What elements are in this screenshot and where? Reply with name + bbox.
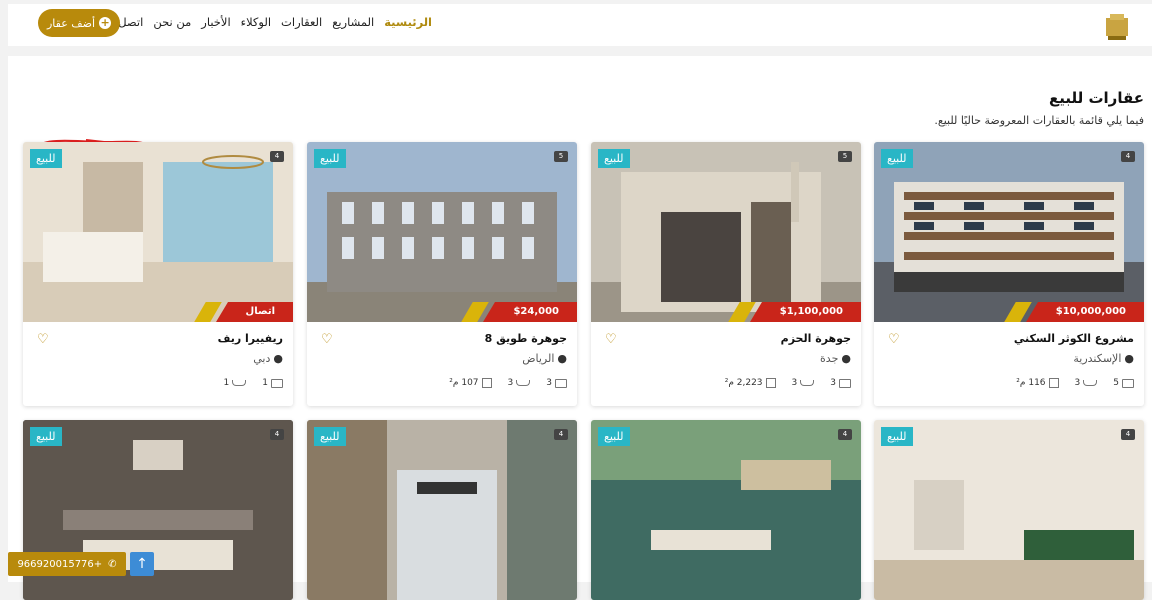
property-card[interactable]: للبيع 4 $10,000,000 مشروع الكوثر السكني … xyxy=(874,142,1144,406)
baths-feature: 1 xyxy=(224,378,247,388)
property-image[interactable]: للبيع 5 $24,000 xyxy=(307,142,577,322)
navbar: الرئيسية المشاريع العقارات الوكلاء الأخب… xyxy=(8,4,1152,46)
heart-icon[interactable]: ♡ xyxy=(888,332,900,347)
camera-icon: 4 xyxy=(1121,429,1135,440)
nav-projects[interactable]: المشاريع xyxy=(332,15,374,29)
bed-icon xyxy=(271,379,283,388)
property-card[interactable]: للبيع 4 اتصال ريفييرا ريف ♡ ●دبي 1 1 xyxy=(23,142,293,406)
beds-feature: 3 xyxy=(830,378,851,388)
property-image[interactable]: للبيع 4 xyxy=(874,420,1144,600)
map-pin-icon: ● xyxy=(1124,352,1134,365)
property-features: 1 1 xyxy=(224,378,283,388)
status-badge: للبيع xyxy=(30,149,62,168)
property-location: ●دبي xyxy=(253,352,283,365)
nav-about[interactable]: من نحن xyxy=(153,15,191,29)
area-feature: 107 م² xyxy=(449,378,491,388)
price-tag: $10,000,000 xyxy=(1038,302,1144,322)
section-subtitle: فيما يلي قائمة بالعقارات المعروضة حاليًا… xyxy=(934,114,1144,127)
price-tag: اتصال xyxy=(228,302,293,322)
section-title: عقارات للبيع xyxy=(1049,89,1144,107)
area-feature: 116 م² xyxy=(1016,378,1058,388)
phone-icon: ✆ xyxy=(108,559,116,570)
property-name[interactable]: مشروع الكوثر السكني xyxy=(1014,332,1134,345)
nav-home[interactable]: الرئيسية xyxy=(384,15,432,29)
nav-news[interactable]: الأخبار xyxy=(201,15,230,29)
baths-feature: 3 xyxy=(1075,378,1098,388)
status-badge: للبيع xyxy=(30,427,62,446)
add-property-label: أضف عقار xyxy=(47,17,95,30)
camera-icon: 4 xyxy=(554,429,568,440)
heart-icon[interactable]: ♡ xyxy=(605,332,617,347)
property-card[interactable]: للبيع 4 xyxy=(591,420,861,600)
bed-icon xyxy=(555,379,567,388)
property-image[interactable]: للبيع 4 xyxy=(591,420,861,600)
camera-icon: 4 xyxy=(270,429,284,440)
property-image[interactable]: للبيع 5 $1,100,000 xyxy=(591,142,861,322)
bed-icon xyxy=(839,379,851,388)
phone-button[interactable]: 966920015776+ ✆ xyxy=(8,552,126,576)
property-card[interactable]: للبيع 4 xyxy=(874,420,1144,600)
area-icon xyxy=(766,378,776,388)
status-badge: للبيع xyxy=(314,149,346,168)
property-location: ●الرياض xyxy=(522,352,567,365)
property-name[interactable]: جوهرة الحزم xyxy=(781,332,851,345)
property-location: ●الإسكندرية xyxy=(1073,352,1134,365)
plus-icon: + xyxy=(99,17,111,29)
camera-icon: 5 xyxy=(554,151,568,162)
property-features: 5 3 116 م² xyxy=(1016,378,1134,388)
property-name[interactable]: ريفييرا ريف xyxy=(218,332,283,345)
property-card[interactable]: للبيع 5 $1,100,000 جوهرة الحزم ♡ ●جدة 3 … xyxy=(591,142,861,406)
bath-icon xyxy=(516,380,530,386)
status-badge: للبيع xyxy=(598,149,630,168)
properties-section: عقارات للبيع فيما يلي قائمة بالعقارات ال… xyxy=(8,56,1152,582)
map-pin-icon: ● xyxy=(273,352,283,365)
main-nav: الرئيسية المشاريع العقارات الوكلاء الأخب… xyxy=(104,15,432,29)
price-tag: $1,100,000 xyxy=(762,302,861,322)
beds-feature: 3 xyxy=(546,378,567,388)
property-image[interactable]: للبيع 4 xyxy=(307,420,577,600)
add-property-button[interactable]: + أضف عقار xyxy=(38,9,120,37)
beds-feature: 5 xyxy=(1113,378,1134,388)
map-pin-icon: ● xyxy=(557,352,567,365)
camera-icon: 4 xyxy=(838,429,852,440)
bath-icon xyxy=(800,380,814,386)
heart-icon[interactable]: ♡ xyxy=(321,332,333,347)
bath-icon xyxy=(232,380,246,386)
nav-properties[interactable]: العقارات xyxy=(281,15,322,29)
phone-number: 966920015776+ xyxy=(17,559,102,570)
property-location: ●جدة xyxy=(820,352,851,365)
property-features: 3 3 2,223 م² xyxy=(725,378,851,388)
bed-icon xyxy=(1122,379,1134,388)
property-card[interactable]: للبيع 5 $24,000 جوهرة طويق 8 ♡ ●الرياض 3… xyxy=(307,142,577,406)
price-tag: $24,000 xyxy=(495,302,577,322)
camera-icon: 4 xyxy=(270,151,284,162)
status-badge: للبيع xyxy=(881,427,913,446)
area-icon xyxy=(1049,378,1059,388)
bath-icon xyxy=(1083,380,1097,386)
scroll-to-top-button[interactable]: ↑ xyxy=(130,552,154,576)
property-image[interactable]: للبيع 4 $10,000,000 xyxy=(874,142,1144,322)
heart-icon[interactable]: ♡ xyxy=(37,332,49,347)
baths-feature: 3 xyxy=(792,378,815,388)
baths-feature: 3 xyxy=(508,378,531,388)
status-badge: للبيع xyxy=(314,427,346,446)
beds-feature: 1 xyxy=(262,378,283,388)
map-pin-icon: ● xyxy=(841,352,851,365)
camera-icon: 5 xyxy=(838,151,852,162)
camera-icon: 4 xyxy=(1121,151,1135,162)
status-badge: للبيع xyxy=(598,427,630,446)
property-name[interactable]: جوهرة طويق 8 xyxy=(485,332,567,345)
property-image[interactable]: للبيع 4 اتصال xyxy=(23,142,293,322)
property-card[interactable]: للبيع 4 xyxy=(307,420,577,600)
nav-agents[interactable]: الوكلاء xyxy=(241,15,271,29)
property-features: 3 3 107 م² xyxy=(449,378,567,388)
area-icon xyxy=(482,378,492,388)
site-logo[interactable] xyxy=(1102,12,1132,42)
status-badge: للبيع xyxy=(881,149,913,168)
area-feature: 2,223 م² xyxy=(725,378,776,388)
